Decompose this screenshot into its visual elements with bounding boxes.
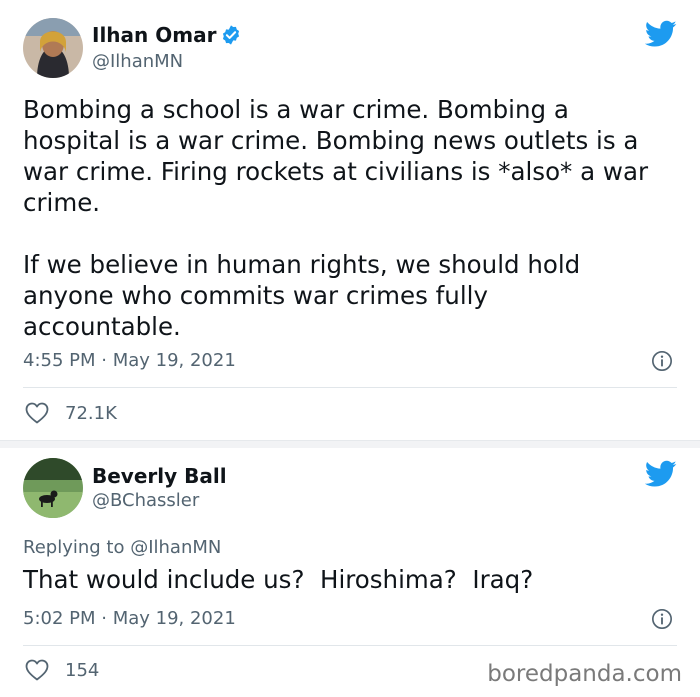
watermark: boredpanda.com (487, 661, 682, 687)
heart-icon (25, 402, 49, 424)
like-count: 72.1K (65, 402, 117, 424)
author-name[interactable]: Beverly Ball (92, 464, 227, 488)
author-name[interactable]: Ilhan Omar (92, 23, 242, 47)
tweet-text-line: accountable. (23, 312, 181, 341)
divider (23, 387, 677, 388)
twitter-bird-icon[interactable] (644, 20, 677, 48)
tweet-original: Ilhan Omar @IlhanMN Bombing a school is … (0, 0, 700, 440)
replying-to-mention[interactable]: @IlhanMN (130, 537, 221, 558)
tweet-text: That would include us? Hiroshima? Iraq? (23, 565, 534, 594)
tweet-text-line: If we believe in human rights, we should… (23, 250, 581, 279)
tweet-timestamp[interactable]: 4:55 PM · May 19, 2021 (23, 350, 236, 371)
tweet-text: Bombing a school is a war crime. Bombing… (23, 94, 648, 342)
divider (23, 645, 677, 646)
like-count: 154 (65, 659, 100, 681)
info-icon[interactable] (651, 350, 673, 372)
avatar-ilhan-omar[interactable] (23, 18, 83, 78)
author-name-text[interactable]: Ilhan Omar (92, 23, 216, 47)
tweet-text-line: hospital is a war crime. Bombing news ou… (23, 126, 639, 155)
verified-badge-icon (220, 24, 242, 46)
tweet-text-line: war crime. Firing rockets at civilians i… (23, 157, 649, 186)
like-button[interactable]: 72.1K (25, 400, 117, 426)
like-button[interactable]: 154 (25, 657, 99, 683)
tweet-timestamp[interactable]: 5:02 PM · May 19, 2021 (23, 608, 236, 629)
tweet-reply: Beverly Ball @BChassler Replying to @Ilh… (0, 448, 700, 697)
heart-icon (25, 659, 49, 681)
author-handle[interactable]: @BChassler (92, 490, 199, 511)
info-icon[interactable] (651, 608, 673, 630)
twitter-bird-icon[interactable] (644, 460, 677, 488)
author-handle[interactable]: @IlhanMN (92, 51, 183, 72)
tweet-text-line: Bombing a school is a war crime. Bombing… (23, 95, 569, 124)
avatar-beverly-ball[interactable] (23, 458, 83, 518)
tweet-text-line: crime. (23, 188, 101, 217)
replying-to-label: Replying to (23, 537, 125, 558)
tweet-text-line: anyone who commits war crimes fully (23, 281, 488, 310)
tweet-divider (0, 440, 700, 448)
replying-to: Replying to @IlhanMN (23, 537, 221, 558)
